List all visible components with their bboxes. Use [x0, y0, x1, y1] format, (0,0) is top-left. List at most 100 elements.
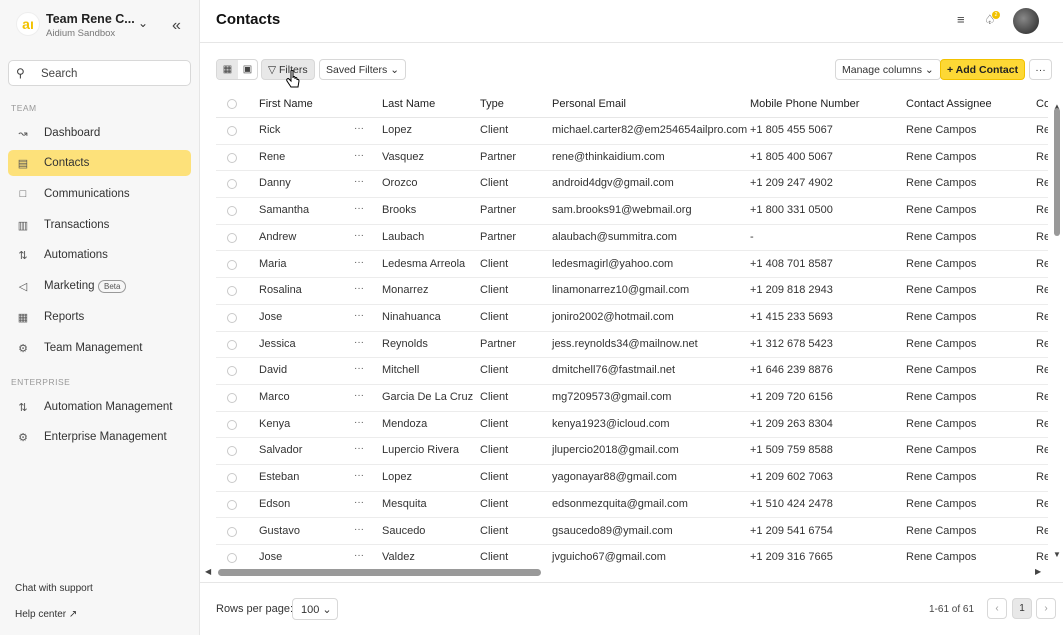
- table-view-icon[interactable]: ▦: [217, 60, 238, 79]
- row-checkbox[interactable]: [227, 446, 237, 457]
- row-actions-icon[interactable]: ···: [354, 550, 364, 561]
- chat-with-support-link[interactable]: Chat with support: [15, 583, 93, 594]
- row-checkbox[interactable]: [227, 259, 237, 270]
- table-row[interactable]: Marco Garcia De La Cruz Client mg7209573@gm…: [216, 385, 1048, 412]
- row-actions-icon[interactable]: ···: [354, 257, 364, 268]
- sidebar-item-team-management[interactable]: ⚙ Team Management: [8, 335, 191, 361]
- row-checkbox[interactable]: [227, 499, 237, 510]
- row-actions-icon[interactable]: ···: [354, 176, 364, 187]
- row-checkbox[interactable]: [227, 553, 237, 564]
- table-row[interactable]: Danny Orozco Client android4dgv@gmail.com +1…: [216, 171, 1048, 199]
- table-row[interactable]: Rick Lopez Client michael.carter82@em254654…: [216, 118, 1048, 145]
- row-checkbox[interactable]: [227, 286, 237, 297]
- rows-per-page-select[interactable]: 100 ⌄: [292, 598, 338, 620]
- row-checkbox[interactable]: [227, 312, 237, 323]
- next-page-button[interactable]: ›: [1036, 598, 1056, 619]
- row-actions-icon[interactable]: ···: [354, 363, 364, 374]
- scroll-down-icon[interactable]: ▼: [1053, 550, 1061, 559]
- table-row[interactable]: Jose Ninahuanca Client joniro2002@hotmail.c…: [216, 305, 1048, 332]
- add-contact-button[interactable]: + Add Contact: [940, 59, 1026, 80]
- column-header-mobile-phone[interactable]: Mobile Phone Number: [750, 98, 859, 110]
- column-header-truncated[interactable]: Co: [1036, 98, 1048, 110]
- table-row[interactable]: Samantha Brooks Partner sam.brooks91@webmai…: [216, 198, 1048, 225]
- row-checkbox[interactable]: [227, 526, 237, 537]
- row-checkbox[interactable]: [227, 126, 237, 136]
- collapse-sidebar-icon[interactable]: «: [172, 17, 181, 35]
- row-actions-icon[interactable]: ···: [354, 524, 364, 535]
- current-page-button[interactable]: 1: [1012, 598, 1032, 619]
- row-actions-icon[interactable]: ···: [354, 230, 364, 241]
- vertical-scrollbar[interactable]: ▲ ▼: [1053, 102, 1061, 560]
- row-checkbox[interactable]: [227, 152, 237, 163]
- row-checkbox[interactable]: [227, 393, 237, 403]
- row-actions-icon[interactable]: ···: [354, 470, 364, 481]
- table-row[interactable]: Kenya Mendoza Client kenya1923@icloud.com +1…: [216, 412, 1048, 439]
- column-header-contact-assignee[interactable]: Contact Assignee: [906, 98, 992, 110]
- cell-personal-email: edsonmezquita@gmail.com: [552, 497, 688, 510]
- row-actions-icon[interactable]: ···: [354, 497, 364, 508]
- table-row[interactable]: Salvador Lupercio Rivera Client jlupercio20…: [216, 438, 1048, 466]
- row-actions-icon[interactable]: ···: [354, 443, 364, 454]
- table-row[interactable]: Jose Valdez Client jvguicho67@gmail.com +1 2…: [216, 545, 1048, 565]
- sidebar-item-label: Dashboard: [44, 127, 101, 139]
- row-actions-icon[interactable]: ···: [354, 310, 364, 321]
- row-actions-icon[interactable]: ···: [354, 150, 364, 161]
- table-row[interactable]: Rene Vasquez Partner rene@thinkaidium.com +1…: [216, 145, 1048, 172]
- saved-filters-dropdown[interactable]: Saved Filters ⌄: [319, 59, 406, 80]
- column-header-first-name[interactable]: First Name: [259, 98, 313, 110]
- sidebar-item-automations[interactable]: ⇅ Automations: [8, 242, 191, 268]
- megaphone-icon: ◁: [18, 280, 28, 293]
- row-actions-icon[interactable]: ···: [354, 390, 364, 401]
- previous-page-button[interactable]: ‹: [987, 598, 1007, 619]
- row-checkbox[interactable]: [227, 206, 237, 217]
- row-actions-icon[interactable]: ···: [354, 123, 364, 134]
- vertical-scroll-thumb[interactable]: [1054, 108, 1060, 236]
- sidebar-item-dashboard[interactable]: ↝ Dashboard: [8, 120, 191, 146]
- team-switcher[interactable]: aı Team Rene C... Aidium Sandbox ⌄: [14, 10, 194, 42]
- table-row[interactable]: Esteban Lopez Client yagonayar88@gmail.com +…: [216, 465, 1048, 492]
- row-checkbox[interactable]: [227, 232, 237, 243]
- horizontal-scrollbar[interactable]: ◀ ▶: [205, 567, 1045, 577]
- sidebar-item-communications[interactable]: □ Communications: [8, 181, 191, 207]
- row-actions-icon[interactable]: ···: [354, 203, 364, 214]
- table-row[interactable]: Rosalina Monarrez Client linamonarrez10@gma…: [216, 278, 1048, 305]
- scroll-right-icon[interactable]: ▶: [1035, 567, 1041, 576]
- column-header-last-name[interactable]: Last Name: [382, 98, 435, 110]
- search-input[interactable]: [41, 65, 181, 82]
- column-header-type[interactable]: Type: [480, 98, 504, 110]
- manage-columns-dropdown[interactable]: Manage columns ⌄: [835, 59, 941, 80]
- help-center-link[interactable]: Help center ↗: [15, 609, 77, 620]
- table-row[interactable]: Jessica Reynolds Partner jess.reynolds34@ma…: [216, 332, 1048, 359]
- select-all-checkbox[interactable]: [227, 99, 237, 109]
- row-checkbox[interactable]: [227, 339, 237, 350]
- row-checkbox[interactable]: [227, 473, 237, 484]
- sidebar-item-transactions[interactable]: ▥ Transactions: [8, 212, 191, 238]
- row-actions-icon[interactable]: ···: [354, 337, 364, 348]
- scroll-left-icon[interactable]: ◀: [205, 567, 211, 576]
- sidebar-item-reports[interactable]: ▦ Reports: [8, 304, 191, 330]
- table-row[interactable]: Edson Mesquita Client edsonmezquita@gmail.c…: [216, 492, 1048, 519]
- table-row[interactable]: David Mitchell Client dmitchell76@fastmail.…: [216, 358, 1048, 385]
- sidebar-item-marketing[interactable]: ◁ Marketing Beta: [8, 273, 191, 299]
- sidebar-item-enterprise-management[interactable]: ⚙ Enterprise Management: [8, 424, 191, 450]
- avatar[interactable]: [1013, 8, 1039, 34]
- task-list-icon[interactable]: ≡: [957, 12, 965, 27]
- row-checkbox[interactable]: [227, 366, 237, 377]
- column-header-personal-email[interactable]: Personal Email: [552, 98, 626, 110]
- sidebar-item-contacts[interactable]: ▤ Contacts: [8, 150, 191, 176]
- chevron-down-icon[interactable]: ⌄: [138, 16, 148, 30]
- table-row[interactable]: Andrew Laubach Partner alaubach@summitra.co…: [216, 225, 1048, 252]
- sidebar-search[interactable]: ⚲: [8, 60, 191, 86]
- cell-first-name: Maria: [259, 257, 287, 270]
- section-label-team: TEAM: [11, 103, 37, 113]
- sidebar-item-automation-management[interactable]: ⇅ Automation Management: [8, 394, 191, 420]
- table-row[interactable]: Gustavo Saucedo Client gsaucedo89@ymail.com…: [216, 519, 1048, 546]
- more-options-button[interactable]: ···: [1029, 59, 1052, 80]
- card-view-icon[interactable]: ▣: [238, 60, 257, 79]
- row-checkbox[interactable]: [227, 419, 237, 430]
- table-row[interactable]: Maria Ledesma Arreola Client ledesmagirl@ya…: [216, 252, 1048, 279]
- horizontal-scroll-thumb[interactable]: [218, 569, 541, 576]
- row-checkbox[interactable]: [227, 179, 237, 190]
- row-actions-icon[interactable]: ···: [354, 417, 364, 428]
- row-actions-icon[interactable]: ···: [354, 283, 364, 294]
